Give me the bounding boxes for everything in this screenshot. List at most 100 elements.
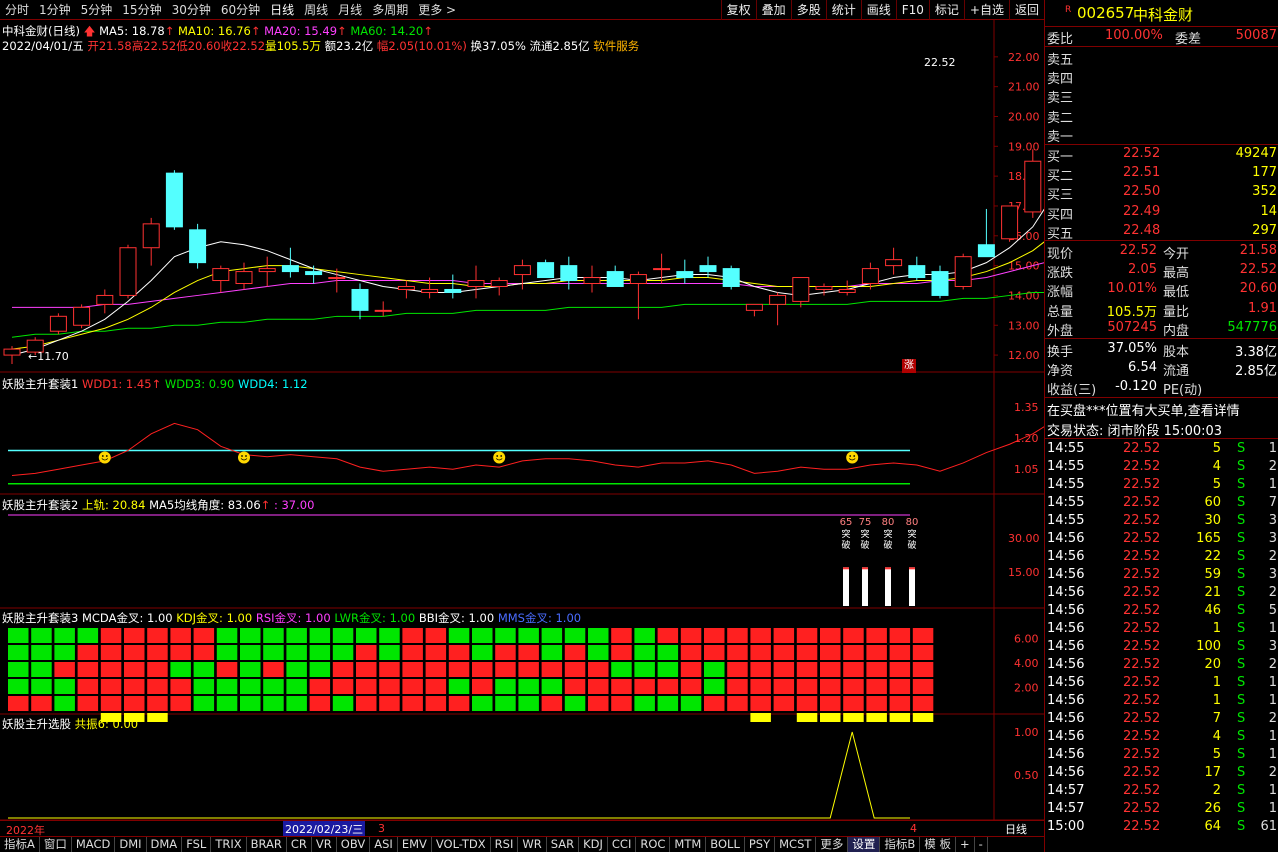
period-tab-8[interactable]: 月线 xyxy=(333,1,367,18)
order-diff: 50087 xyxy=(1235,28,1277,43)
period-tab-3[interactable]: 15分钟 xyxy=(117,1,166,18)
big-order-notice[interactable]: 在买盘***位置有大买单,查看详情 xyxy=(1045,399,1278,419)
candle[interactable] xyxy=(537,259,555,279)
toolbar-btn-1[interactable]: 叠加 xyxy=(755,0,791,20)
indicator-tab-2[interactable]: MACD xyxy=(72,837,116,852)
indicator-tab-20[interactable]: MTM xyxy=(670,837,707,852)
period-tab-6[interactable]: 日线 xyxy=(265,1,299,18)
indicator-tab-28[interactable]: + xyxy=(956,837,975,852)
candle[interactable] xyxy=(235,262,253,290)
tick-row-10: 14:56 22.52 1 S 1 xyxy=(1047,621,1277,636)
indicator-tab-27[interactable]: 模 板 xyxy=(920,837,956,852)
candle[interactable] xyxy=(467,265,485,299)
indicator-tab-17[interactable]: KDJ xyxy=(579,837,608,852)
period-tab-7[interactable]: 周线 xyxy=(299,1,333,18)
indicator-tab-15[interactable]: WR xyxy=(518,837,547,852)
candle[interactable] xyxy=(722,265,740,290)
indicator-tab-24[interactable]: 更多 xyxy=(816,837,849,852)
indicator-tab-11[interactable]: ASI xyxy=(370,837,398,852)
candle[interactable] xyxy=(258,256,276,287)
candle[interactable] xyxy=(189,223,207,269)
toolbar-btn-5[interactable]: F10 xyxy=(895,0,929,20)
indicator-tab-13[interactable]: VOL-TDX xyxy=(432,837,491,852)
candle[interactable] xyxy=(931,265,949,299)
indicator-tab-23[interactable]: MCST xyxy=(775,837,817,852)
tick-row-16: 14:56 22.52 4 S 1 xyxy=(1047,729,1277,744)
indicator-tab-4[interactable]: DMA xyxy=(147,837,183,852)
toolbar-btn-8[interactable]: 返回 xyxy=(1008,0,1044,20)
candle[interactable] xyxy=(560,256,578,290)
toolbar-btn-7[interactable]: +自选 xyxy=(963,0,1009,20)
candle[interactable] xyxy=(281,247,299,278)
indicator-tab-14[interactable]: RSI xyxy=(491,837,519,852)
candle[interactable] xyxy=(397,280,415,299)
signal-cell xyxy=(216,645,238,660)
candle[interactable] xyxy=(583,265,601,293)
indicator-tab-16[interactable]: SAR xyxy=(547,837,580,852)
candle[interactable] xyxy=(165,170,183,230)
indicator-tab-29[interactable]: - xyxy=(975,837,988,852)
indicator-tab-25[interactable]: 设置 xyxy=(848,837,881,852)
toolbar-btn-6[interactable]: 标记 xyxy=(928,0,964,20)
indicator-tab-6[interactable]: TRIX xyxy=(211,837,247,852)
candle[interactable] xyxy=(513,259,531,290)
indicator-tab-1[interactable]: 窗口 xyxy=(40,837,72,852)
indicator-tab-26[interactable]: 指标B xyxy=(880,837,921,852)
period-tab-2[interactable]: 5分钟 xyxy=(76,1,118,18)
sector-link[interactable]: 软件服务 xyxy=(593,39,639,53)
indicator-tab-3[interactable]: DMI xyxy=(115,837,147,852)
candle[interactable] xyxy=(954,253,972,290)
indicator-tab-19[interactable]: ROC xyxy=(636,837,671,852)
candle[interactable] xyxy=(676,259,694,284)
candle[interactable] xyxy=(119,244,137,299)
candle[interactable] xyxy=(96,289,114,314)
candle[interactable] xyxy=(374,301,392,317)
indicator-tab-9[interactable]: VR xyxy=(312,837,337,852)
period-tab-0[interactable]: 分时 xyxy=(0,1,34,18)
period-tab-9[interactable]: 多周期 xyxy=(367,1,413,18)
signal-cell xyxy=(54,662,75,677)
indicator-tab-12[interactable]: EMV xyxy=(398,837,432,852)
indicator-tab-18[interactable]: CCI xyxy=(608,837,637,852)
candle[interactable] xyxy=(792,277,810,308)
candle[interactable] xyxy=(142,217,160,266)
toolbar-btn-2[interactable]: 多股 xyxy=(790,0,826,20)
indicator-tab-21[interactable]: BOLL xyxy=(706,837,745,852)
p2-upper: 上轨: 20.84 xyxy=(81,498,146,512)
candle[interactable] xyxy=(977,208,995,258)
candle[interactable] xyxy=(885,247,903,275)
indicator-tab-22[interactable]: PSY xyxy=(745,837,776,852)
candle[interactable] xyxy=(745,303,763,317)
candle[interactable] xyxy=(49,313,67,335)
toolbar-btn-3[interactable]: 统计 xyxy=(825,0,861,20)
period-tab-4[interactable]: 30分钟 xyxy=(167,1,216,18)
toolbar-btn-0[interactable]: 复权 xyxy=(720,0,756,20)
indicator-tab-8[interactable]: CR xyxy=(287,837,312,852)
candle[interactable] xyxy=(73,304,91,329)
indicator-tab-10[interactable]: OBV xyxy=(337,837,371,852)
breakout-bar: 75突破 xyxy=(859,517,871,606)
toolbar-btn-4[interactable]: 画线 xyxy=(860,0,896,20)
candle[interactable] xyxy=(606,265,624,287)
candle[interactable] xyxy=(444,274,462,299)
period-tab-5[interactable]: 60分钟 xyxy=(216,1,265,18)
signal-cell xyxy=(588,679,609,694)
candle[interactable] xyxy=(1024,149,1042,218)
candle[interactable] xyxy=(351,283,369,320)
indicator-tab-5[interactable]: FSL xyxy=(182,837,212,852)
candle[interactable] xyxy=(653,253,671,284)
candle[interactable] xyxy=(212,265,230,293)
chart-area[interactable]: 22.0021.0020.0019.0018.0017.0016.0015.00… xyxy=(0,20,1044,836)
period-tab-10[interactable]: 更多 > xyxy=(413,1,461,18)
candle[interactable] xyxy=(769,292,787,326)
indicator-tab-0[interactable]: 指标A xyxy=(0,837,40,852)
candle[interactable] xyxy=(1001,205,1019,242)
period-tab-1[interactable]: 1分钟 xyxy=(34,1,76,18)
signal-cell xyxy=(286,679,307,694)
candle[interactable] xyxy=(908,256,926,281)
candle[interactable] xyxy=(490,277,508,296)
candle[interactable] xyxy=(3,346,21,365)
bar-close: 收22.52 xyxy=(220,39,266,53)
candle[interactable] xyxy=(629,271,647,320)
indicator-tab-7[interactable]: BRAR xyxy=(247,837,287,852)
